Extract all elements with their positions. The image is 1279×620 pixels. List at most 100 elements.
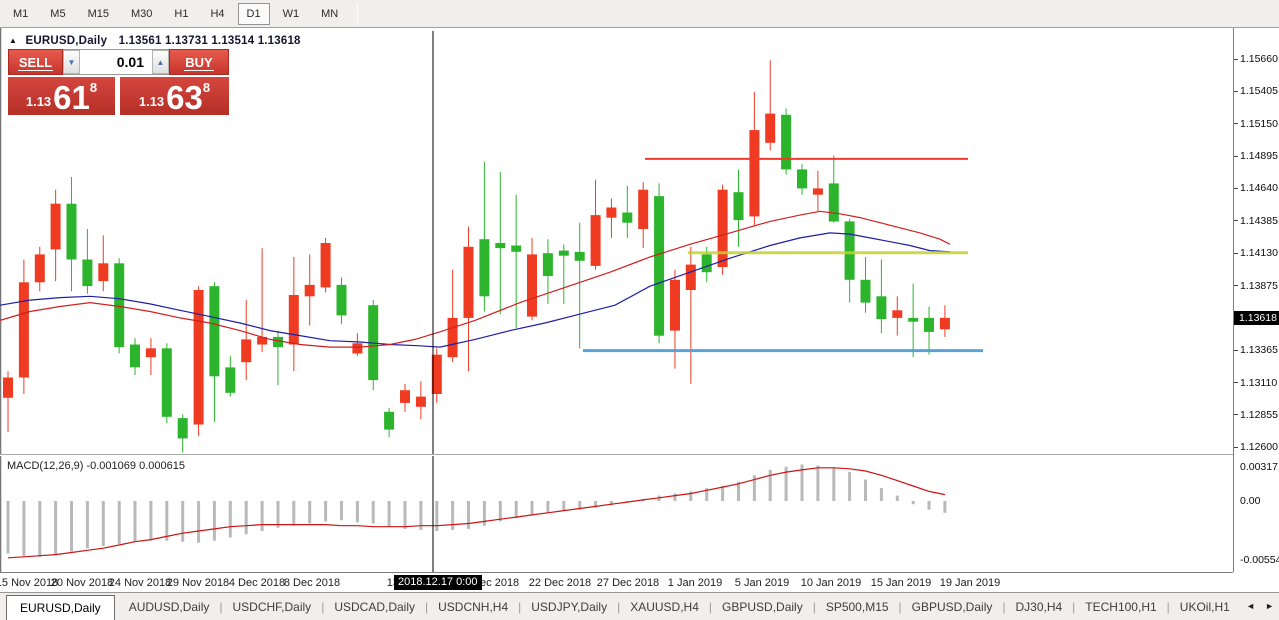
candle-body (718, 190, 728, 267)
sell-price-panel[interactable]: 1.13 61 8 (8, 77, 115, 115)
candle-body (543, 253, 553, 276)
candle-body (829, 183, 839, 221)
price-tick-label: 1.14640 (1240, 182, 1278, 194)
timeframe-button-m30[interactable]: M30 (122, 3, 161, 25)
timeframe-button-m5[interactable]: M5 (41, 3, 74, 25)
chart-tab-usdcnh-h4[interactable]: USDCNH,H4 (428, 595, 518, 619)
macd-bar (245, 501, 248, 534)
candle-body (575, 252, 585, 261)
macd-bar (880, 488, 883, 501)
timeframe-button-d1[interactable]: D1 (238, 3, 270, 25)
candle-body (98, 263, 108, 281)
chart-tab-xauusd-h4[interactable]: XAUUSD,H4 (620, 595, 709, 619)
chart-tab-gbpusd-daily[interactable]: GBPUSD,Daily (712, 595, 813, 619)
macd-bar (22, 501, 25, 556)
tab-scroll-right-icon[interactable]: ► (1265, 601, 1274, 611)
toolbar-separator (357, 3, 358, 25)
candle-body (35, 254, 45, 282)
candle-body (940, 318, 950, 329)
macd-bar (324, 501, 327, 521)
price-tick-mark (1234, 91, 1238, 92)
macd-bar (499, 501, 502, 521)
macd-bar (261, 501, 264, 531)
chart-tab-audusd-daily[interactable]: AUDUSD,Daily (119, 595, 220, 619)
timeframe-button-m15[interactable]: M15 (79, 3, 118, 25)
chart-tab-usdjpy-daily[interactable]: USDJPY,Daily (521, 595, 617, 619)
candle-body (924, 318, 934, 332)
macd-signal-line (8, 468, 945, 558)
candle-body (19, 282, 29, 377)
price-tick-mark (1234, 253, 1238, 254)
candle-body (511, 246, 521, 252)
macd-pane-divider[interactable] (0, 454, 1233, 456)
timeframe-button-h4[interactable]: H4 (201, 3, 233, 25)
candle-body (321, 243, 331, 287)
macd-bar (546, 501, 549, 513)
candle-body (845, 221, 855, 279)
candle-body (861, 280, 871, 303)
chart-tab-eurusd-daily[interactable]: EURUSD,Daily (6, 595, 115, 620)
ma-fast-line (0, 211, 950, 347)
candle-body (734, 192, 744, 220)
price-tick-mark (1234, 382, 1238, 383)
macd-bar (816, 466, 819, 501)
candle-body (162, 348, 172, 417)
timeframe-button-m1[interactable]: M1 (4, 3, 37, 25)
sell-button[interactable]: SELL (8, 49, 63, 75)
chart-tab-sp500-m15[interactable]: SP500,M15 (816, 595, 899, 619)
candle-body (337, 285, 347, 316)
candle-body (797, 169, 807, 188)
timeframe-button-mn[interactable]: MN (312, 3, 347, 25)
price-tick-label: 1.14385 (1240, 215, 1278, 227)
price-tick-label: 1.15660 (1240, 53, 1278, 65)
candle-body (464, 247, 474, 318)
candle-body (654, 196, 664, 336)
chart-tab-gbpusd-daily[interactable]: GBPUSD,Daily (902, 595, 1003, 619)
candle-body (416, 397, 426, 407)
buy-price-panel[interactable]: 1.13 63 8 (120, 77, 229, 115)
price-tick-label: 1.15405 (1240, 85, 1278, 97)
volume-input[interactable]: 0.01 (80, 50, 152, 74)
candle-body (305, 285, 315, 296)
candle-body (400, 390, 410, 403)
macd-bar (372, 501, 375, 524)
collapse-triangle-icon[interactable]: ▲ (9, 36, 17, 45)
chart-tab-usdchf-daily[interactable]: USDCHF,Daily (223, 595, 322, 619)
price-tick-label: 1.15150 (1240, 118, 1278, 130)
macd-bar (308, 501, 311, 524)
macd-bar (277, 501, 280, 528)
macd-bar (943, 501, 946, 513)
macd-tick-label: -0.005543 (1240, 554, 1279, 566)
price-tick-label: 1.13875 (1240, 280, 1278, 292)
candle-body (559, 251, 569, 256)
volume-decrease-icon[interactable]: ▼ (63, 50, 80, 74)
chart-tab-ukoil-h1[interactable]: UKOil,H1 (1170, 595, 1240, 619)
timeframe-toolbar: M1M5M15M30H1H4D1W1MN (0, 0, 1279, 28)
macd-bar (356, 501, 359, 522)
chart-symbol-period: EURUSD,Daily (26, 35, 108, 47)
macd-bar (388, 501, 391, 527)
chart-tab-dj30-h4[interactable]: DJ30,H4 (1005, 595, 1072, 619)
candle-body (114, 263, 124, 347)
tab-scroll-left-icon[interactable]: ◄ (1246, 601, 1255, 611)
chart-tab-usdcad-daily[interactable]: USDCAD,Daily (324, 595, 425, 619)
timeframe-button-w1[interactable]: W1 (274, 3, 309, 25)
buy-button[interactable]: BUY (169, 49, 229, 75)
candle-body (876, 296, 886, 319)
timeframe-button-h1[interactable]: H1 (165, 3, 197, 25)
macd-bar (181, 501, 184, 542)
candle-body (781, 115, 791, 170)
candle-body (686, 265, 696, 290)
price-tick-mark (1234, 123, 1238, 124)
macd-bar (340, 501, 343, 520)
date-axis[interactable]: 15 Nov 201820 Nov 201824 Nov 201829 Nov … (0, 572, 1233, 592)
macd-bar (165, 501, 168, 541)
macd-bar (435, 501, 438, 531)
sell-price-pips: 61 (53, 84, 90, 111)
chart-tab-tech100-h1[interactable]: TECH100,H1 (1075, 595, 1166, 619)
price-axis[interactable]: 1.156601.154051.151501.148951.146401.143… (1233, 28, 1279, 572)
macd-bar (832, 468, 835, 501)
current-price-badge: 1.13618 (1234, 311, 1279, 325)
price-tick-label: 1.12855 (1240, 409, 1278, 421)
volume-increase-icon[interactable]: ▲ (152, 50, 169, 74)
